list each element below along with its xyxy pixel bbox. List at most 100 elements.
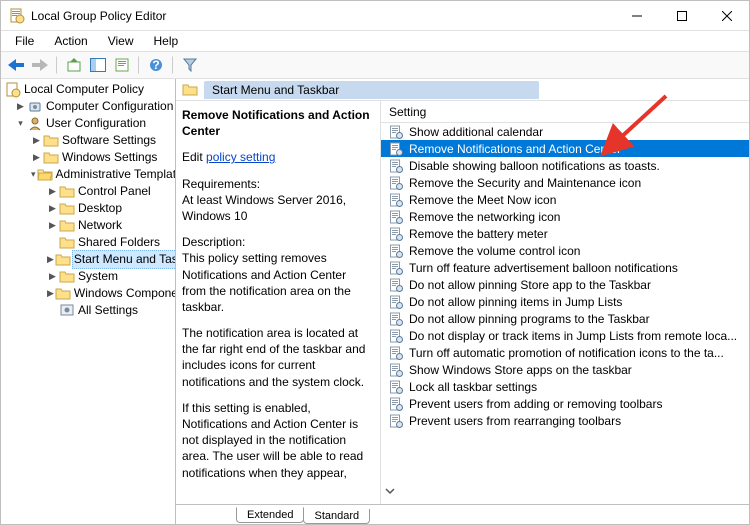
show-hide-tree-button[interactable] <box>87 54 109 76</box>
tree-admin-templates[interactable]: ▾Administrative Templates <box>3 166 175 183</box>
policy-item-icon <box>389 159 403 173</box>
forward-button[interactable] <box>29 54 51 76</box>
tree-user-config[interactable]: ▾User Configuration <box>3 115 175 132</box>
edit-line: Edit policy setting <box>182 149 372 165</box>
list-item[interactable]: Show additional calendar <box>381 123 749 140</box>
list-item-label: Disable showing balloon notifications as… <box>409 159 660 173</box>
scroll-down-icon[interactable] <box>383 484 397 501</box>
menu-file[interactable]: File <box>7 32 42 50</box>
expand-icon[interactable]: ▶ <box>47 203 58 214</box>
list-item[interactable]: Remove the Security and Maintenance icon <box>381 174 749 191</box>
tree-start-menu-taskbar[interactable]: ▶ Start Menu and Taskbar <box>3 251 175 268</box>
tree-label: Software Settings <box>62 132 156 149</box>
help-button[interactable]: ? <box>145 54 167 76</box>
tree-all-settings[interactable]: ▶All Settings <box>3 302 175 319</box>
list-item[interactable]: Remove the networking icon <box>381 208 749 225</box>
list-item-label: Remove the Meet Now icon <box>409 193 556 207</box>
desc-text-2: The notification area is located at the … <box>182 325 372 390</box>
list-item[interactable]: Do not allow pinning programs to the Tas… <box>381 310 749 327</box>
folder-icon <box>43 150 59 166</box>
folder-icon <box>59 218 75 234</box>
back-button[interactable] <box>5 54 27 76</box>
tree-windows-settings[interactable]: ▶Windows Settings <box>3 149 175 166</box>
list-item-label: Prevent users from rearranging toolbars <box>409 414 621 428</box>
collapse-icon[interactable]: ▾ <box>31 169 36 180</box>
user-icon <box>27 116 43 132</box>
policy-item-icon <box>389 346 403 360</box>
list-item[interactable]: Prevent users from rearranging toolbars <box>381 412 749 429</box>
content-header: Start Menu and Taskbar <box>176 79 749 101</box>
policy-item-icon <box>389 363 403 377</box>
tree-control-panel[interactable]: ▶ Control Panel <box>3 183 175 200</box>
list-header-setting[interactable]: Setting <box>381 101 749 123</box>
expand-icon[interactable]: ▶ <box>31 152 42 163</box>
tree-computer-config[interactable]: ▶Computer Configuration <box>3 98 175 115</box>
content-pane: Start Menu and Taskbar Remove Notificati… <box>176 79 749 524</box>
list-item[interactable]: Remove Notifications and Action Center <box>381 140 749 157</box>
expand-icon[interactable]: ▶ <box>47 220 58 231</box>
tree-shared-folders[interactable]: ▶Shared Folders <box>3 234 175 251</box>
policy-item-icon <box>389 414 403 428</box>
menu-help[interactable]: Help <box>146 32 187 50</box>
list-item[interactable]: Turn off feature advertisement balloon n… <box>381 259 749 276</box>
tree-label: Network <box>78 217 122 234</box>
body: Local Computer Policy ▶Computer Configur… <box>1 79 749 524</box>
minimize-button[interactable] <box>614 1 659 30</box>
list-item[interactable]: Show Windows Store apps on the taskbar <box>381 361 749 378</box>
list-item-label: Turn off automatic promotion of notifica… <box>409 346 724 360</box>
list-item[interactable]: Remove the volume control icon <box>381 242 749 259</box>
tree-label: System <box>78 268 118 285</box>
expand-icon[interactable]: ▶ <box>47 254 54 265</box>
folder-icon <box>43 133 59 149</box>
expand-icon[interactable]: ▶ <box>47 271 58 282</box>
separator <box>172 56 174 74</box>
list-item[interactable]: Remove the Meet Now icon <box>381 191 749 208</box>
policy-tree: Local Computer Policy ▶Computer Configur… <box>3 81 175 319</box>
maximize-button[interactable] <box>659 1 704 30</box>
list-item-label: Do not allow pinning Store app to the Ta… <box>409 278 651 292</box>
tree-pane[interactable]: Local Computer Policy ▶Computer Configur… <box>1 79 176 524</box>
list-item[interactable]: Lock all taskbar settings <box>381 378 749 395</box>
menu-view[interactable]: View <box>100 32 142 50</box>
tab-standard[interactable]: Standard <box>303 509 370 524</box>
list-item-label: Show additional calendar <box>409 125 543 139</box>
desc-text-1: This policy setting removes Notification… <box>182 251 351 314</box>
filter-button[interactable] <box>179 54 201 76</box>
tree-label: Start Menu and Taskbar <box>72 250 176 269</box>
list-item[interactable]: Do not display or track items in Jump Li… <box>381 327 749 344</box>
policy-item-icon <box>389 261 403 275</box>
menu-action[interactable]: Action <box>46 32 95 50</box>
tab-extended[interactable]: Extended <box>236 507 304 523</box>
tree-system[interactable]: ▶ System <box>3 268 175 285</box>
collapse-icon[interactable]: ▾ <box>15 118 26 129</box>
gear-icon <box>27 99 43 115</box>
tree-label: Control Panel <box>78 183 151 200</box>
expand-icon[interactable]: ▶ <box>31 135 42 146</box>
properties-button[interactable] <box>111 54 133 76</box>
close-button[interactable] <box>704 1 749 30</box>
tree-software-settings[interactable]: ▶ Software Settings <box>3 132 175 149</box>
edit-policy-link[interactable]: policy setting <box>206 150 275 164</box>
tree-network[interactable]: ▶ Network <box>3 217 175 234</box>
edit-prefix: Edit <box>182 150 206 164</box>
tree-desktop[interactable]: ▶Desktop <box>3 200 175 217</box>
policy-item-icon <box>389 210 403 224</box>
expand-icon[interactable]: ▶ <box>47 186 58 197</box>
policy-item-icon <box>389 278 403 292</box>
list-item[interactable]: Prevent users from adding or removing to… <box>381 395 749 412</box>
up-button[interactable] <box>63 54 85 76</box>
tree-root[interactable]: Local Computer Policy <box>3 81 175 98</box>
policy-item-icon <box>389 397 403 411</box>
settings-list[interactable]: Show additional calendarRemove Notificat… <box>381 123 749 504</box>
selected-policy-title: Remove Notifications and Action Center <box>182 107 372 139</box>
list-item[interactable]: Disable showing balloon notifications as… <box>381 157 749 174</box>
policy-item-icon <box>389 329 403 343</box>
list-item[interactable]: Remove the battery meter <box>381 225 749 242</box>
list-item[interactable]: Turn off automatic promotion of notifica… <box>381 344 749 361</box>
list-item[interactable]: Do not allow pinning items in Jump Lists <box>381 293 749 310</box>
expand-icon[interactable]: ▶ <box>47 288 54 299</box>
expand-icon[interactable]: ▶ <box>15 101 26 112</box>
toolbar: ? <box>1 51 749 79</box>
tree-windows-components[interactable]: ▶Windows Components <box>3 285 175 302</box>
list-item[interactable]: Do not allow pinning Store app to the Ta… <box>381 276 749 293</box>
